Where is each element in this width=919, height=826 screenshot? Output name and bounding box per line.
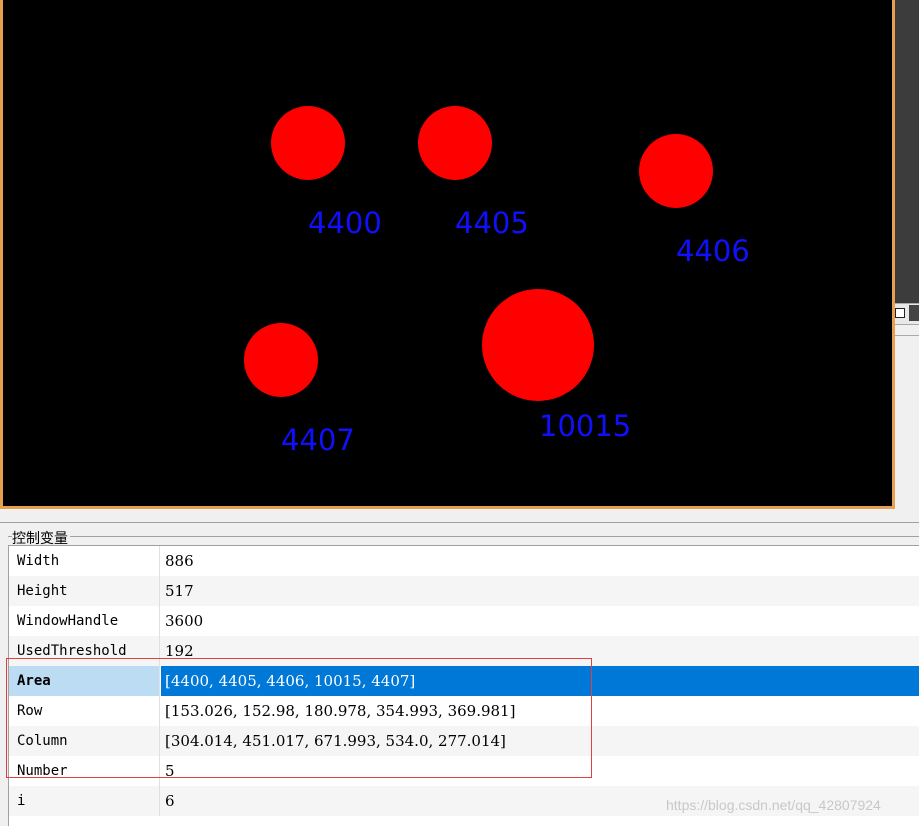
blob-circle (482, 289, 594, 401)
blob-circle (639, 134, 713, 208)
variable-value: 517 (165, 582, 194, 600)
blob-region-4: 4407 (244, 323, 355, 457)
blob-region-1: 4405 (418, 106, 529, 240)
blob-circle (271, 106, 345, 180)
blob-region-3: 10015 (482, 289, 631, 443)
variable-value: 3600 (165, 612, 204, 630)
variable-row[interactable]: Row [153.026, 152.98, 180.978, 354.993, … (9, 696, 919, 726)
variable-name: Area (9, 666, 160, 696)
blob-circle (244, 323, 318, 397)
blob-region-0: 4400 (271, 106, 382, 240)
variable-name: Number (9, 756, 160, 786)
blob-area-label: 4407 (281, 423, 355, 457)
variable-value: 192 (165, 642, 194, 660)
blob-area-label: 4405 (455, 206, 529, 240)
group-frame-line (8, 536, 919, 537)
variable-row[interactable]: WindowHandle 3600 (9, 606, 919, 636)
variable-row-selected[interactable]: Area [4400, 4405, 4406, 10015, 4407] (9, 666, 919, 696)
blob-circle (418, 106, 492, 180)
variable-name: Row (9, 696, 160, 726)
variable-value: [4400, 4405, 4406, 10015, 4407] (161, 666, 919, 696)
graphics-canvas[interactable]: 4400 4405 4406 10015 4407 (3, 0, 892, 506)
variable-row[interactable]: Number 5 (9, 756, 919, 786)
blob-area-label: 4406 (676, 234, 750, 268)
variable-row[interactable]: Width 886 (9, 546, 919, 576)
variable-grid[interactable]: Width 886 Height 517 WindowHandle 3600 U… (8, 545, 919, 826)
variable-name: Column (9, 726, 160, 756)
variable-value: 5 (165, 762, 175, 780)
variable-name: Width (9, 546, 160, 576)
variable-name: i (9, 786, 160, 816)
restore-icon[interactable] (895, 308, 905, 318)
variable-row[interactable]: UsedThreshold 192 (9, 636, 919, 666)
variable-row[interactable]: Height 517 (9, 576, 919, 606)
background-window-edge (909, 305, 919, 321)
divider (893, 335, 919, 336)
variable-row[interactable]: Column [304.014, 451.017, 671.993, 534.0… (9, 726, 919, 756)
variable-value: [304.014, 451.017, 671.993, 534.0, 277.0… (165, 732, 506, 750)
variable-value: [153.026, 152.98, 180.978, 354.993, 369.… (165, 702, 516, 720)
graphics-window[interactable]: 4400 4405 4406 10015 4407 (0, 0, 895, 509)
divider (0, 522, 919, 523)
blob-area-label: 10015 (539, 409, 631, 443)
variable-name: UsedThreshold (9, 636, 160, 666)
variable-name: WindowHandle (9, 606, 160, 636)
variable-value: 886 (165, 552, 194, 570)
background-window (893, 0, 919, 303)
variable-name: Height (9, 576, 160, 606)
watermark: https://blog.csdn.net/qq_42807924 (666, 797, 881, 813)
blob-area-label: 4400 (308, 206, 382, 240)
blob-region-2: 4406 (639, 134, 750, 268)
